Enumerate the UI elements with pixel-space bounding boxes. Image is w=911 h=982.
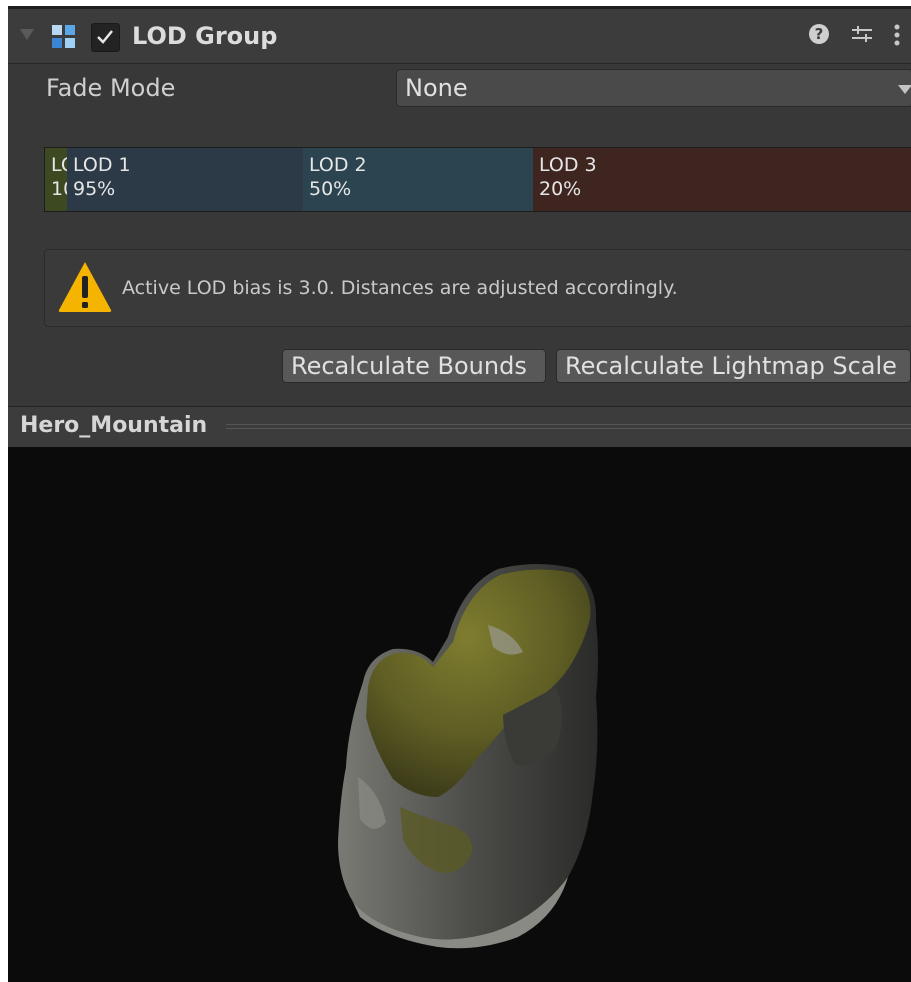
warning-icon: [58, 262, 112, 312]
lod-percent: 95%: [73, 178, 116, 200]
lod-bar[interactable]: LOD 0 100% LOD 1 95% LOD 2 50% LOD 3 20%: [44, 147, 911, 212]
component-title: LOD Group: [132, 22, 278, 50]
recalculate-lightmap-scale-button[interactable]: Recalculate Lightmap Scale: [556, 349, 911, 383]
component-header[interactable]: LOD Group ?: [8, 9, 911, 64]
recalculate-bounds-button[interactable]: Recalculate Bounds: [282, 349, 546, 383]
lod-segment-3[interactable]: LOD 3 20%: [533, 148, 911, 211]
foldout-arrow-icon[interactable]: [20, 29, 34, 40]
fade-mode-value: None: [405, 74, 468, 102]
presets-icon[interactable]: [850, 23, 874, 51]
fade-mode-dropdown[interactable]: None: [396, 69, 911, 107]
lod-percent: 20%: [539, 178, 582, 200]
lod-percent: 100%: [51, 178, 67, 200]
lod-name: LOD 2: [309, 154, 367, 176]
checkmark-icon: [97, 30, 113, 44]
chevron-down-icon: [898, 85, 911, 94]
preview-viewport[interactable]: [8, 447, 911, 982]
rock-mesh-preview: [338, 564, 598, 949]
component-enabled-checkbox[interactable]: [91, 23, 120, 52]
lod-name: LOD 1: [73, 154, 131, 176]
lod-group-icon: [52, 25, 76, 49]
lod-bias-warning: Active LOD bias is 3.0. Distances are ad…: [44, 249, 911, 327]
lod-name: LOD 0: [51, 154, 67, 176]
preview-header[interactable]: Hero_Mountain: [8, 406, 911, 448]
lod-name: LOD 3: [539, 154, 597, 176]
more-menu-icon[interactable]: [893, 23, 901, 53]
lod-segment-1[interactable]: LOD 1 95%: [67, 148, 303, 211]
help-icon[interactable]: ?: [808, 23, 830, 51]
svg-text:?: ?: [815, 25, 824, 43]
warning-text: Active LOD bias is 3.0. Distances are ad…: [122, 277, 678, 299]
fade-mode-label: Fade Mode: [46, 74, 176, 102]
preview-title: Hero_Mountain: [20, 413, 208, 438]
lod-group-inspector: LOD Group ? Fade Mode None LOD 0 100% LO…: [8, 6, 911, 409]
lod-percent: 50%: [309, 178, 352, 200]
lod-segment-0[interactable]: LOD 0 100%: [45, 148, 67, 211]
preview-drag-handle[interactable]: [226, 424, 911, 429]
lod-segment-2[interactable]: LOD 2 50%: [303, 148, 533, 211]
